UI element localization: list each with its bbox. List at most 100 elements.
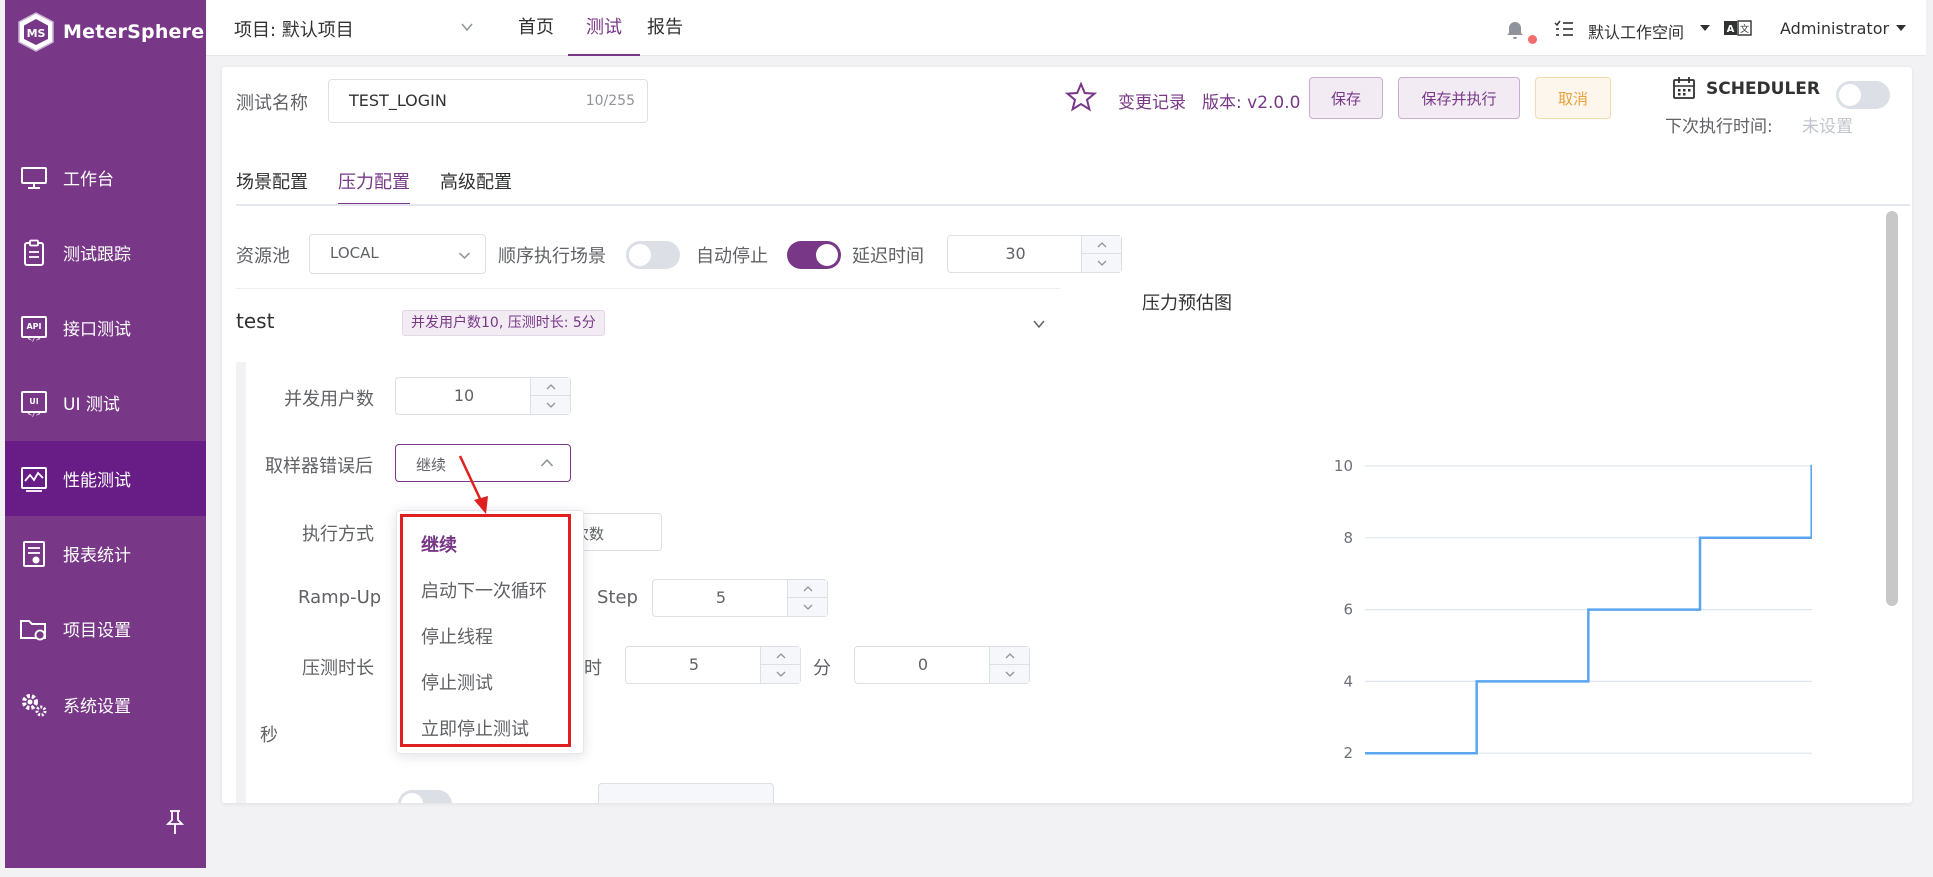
- save-and-run-button[interactable]: 保存并执行: [1398, 77, 1520, 119]
- increment-button[interactable]: [788, 580, 828, 598]
- chevron-down-icon: [458, 252, 471, 260]
- change-log-link[interactable]: 变更记录: [1118, 88, 1186, 113]
- decrement-button[interactable]: [990, 665, 1030, 683]
- sidebar-item-label: 工作台: [63, 170, 114, 190]
- sidebar-item-label: 性能测试: [63, 471, 131, 491]
- collapse-chevron-icon[interactable]: [1032, 317, 1046, 331]
- minutes-stepper[interactable]: 5: [625, 646, 801, 684]
- tab-pressure-config[interactable]: 压力配置: [338, 168, 410, 205]
- sidebar: MS MeterSphere 工作台 测试跟踪 API </> 接口测试 UI </…: [5, 0, 206, 868]
- stepper-arrows: [989, 647, 1030, 683]
- step-label: Step: [597, 587, 638, 608]
- workspace-select[interactable]: 默认工作空间: [1588, 19, 1684, 43]
- decrement-button[interactable]: [761, 665, 801, 683]
- test-name-value: TEST_LOGIN: [349, 91, 447, 110]
- language-icon[interactable]: A文: [1724, 20, 1752, 36]
- concurrent-users-stepper[interactable]: 10: [395, 377, 571, 415]
- tab-advanced-config[interactable]: 高级配置: [440, 168, 512, 194]
- stepper-arrows: [760, 647, 801, 683]
- increment-button[interactable]: [1082, 236, 1122, 254]
- sidebar-item-performance-test[interactable]: 性能测试: [5, 441, 206, 516]
- scheduler-toggle[interactable]: [1836, 81, 1890, 109]
- svg-text:文: 文: [1740, 23, 1749, 35]
- sidebar-item-system-settings[interactable]: 系统设置: [5, 667, 206, 742]
- sequential-scenario-toggle[interactable]: [626, 241, 680, 269]
- highlight-box: [400, 514, 571, 747]
- cancel-button[interactable]: 取消: [1535, 77, 1611, 119]
- svg-text:</>: </>: [28, 335, 41, 342]
- step-value: 5: [715, 588, 727, 607]
- svg-text:MS: MS: [27, 27, 46, 40]
- concurrent-users-label: 并发用户数: [284, 389, 374, 410]
- sidebar-item-test-track[interactable]: 测试跟踪: [5, 215, 206, 290]
- sidebar-item-label: UI 测试: [63, 395, 120, 415]
- section-divider: [236, 288, 1060, 289]
- ramp-up-label: Ramp-Up: [298, 587, 382, 608]
- chevron-down-icon[interactable]: [460, 20, 474, 34]
- sidebar-item-ui-test[interactable]: UI </> UI 测试: [5, 365, 206, 440]
- step-stepper[interactable]: 5: [652, 579, 828, 617]
- pin-icon[interactable]: [163, 808, 187, 836]
- auto-stop-toggle[interactable]: [787, 241, 841, 269]
- delay-time-value: 30: [1005, 244, 1026, 263]
- project-select[interactable]: 项目: 默认项目: [234, 16, 354, 42]
- svg-text:API: API: [26, 322, 41, 331]
- ui-icon: UI </>: [19, 388, 49, 418]
- decrement-button[interactable]: [531, 396, 571, 414]
- char-counter: 10/255: [585, 93, 635, 109]
- minute-unit: 分: [813, 658, 831, 679]
- stepper-arrows: [530, 378, 571, 414]
- scrollbar-thumb[interactable]: [1886, 211, 1898, 606]
- sidebar-item-reports[interactable]: 报表统计: [5, 516, 206, 591]
- chart-y-tick-label: 4: [1343, 672, 1353, 690]
- increment-button[interactable]: [531, 378, 571, 396]
- workspace-list-icon: [1554, 20, 1573, 36]
- decrement-button[interactable]: [1082, 254, 1122, 272]
- resource-pool-label: 资源池: [236, 246, 290, 267]
- star-icon[interactable]: [1065, 81, 1097, 113]
- sidebar-item-label: 测试跟踪: [63, 245, 131, 265]
- rps-toggle[interactable]: [398, 790, 452, 803]
- chart-y-tick-label: 8: [1343, 529, 1353, 547]
- tab-test[interactable]: 测试: [568, 0, 640, 56]
- sidebar-item-project-settings[interactable]: 项目设置: [5, 591, 206, 666]
- rps-limit-stepper[interactable]: [598, 783, 774, 803]
- caret-down-icon[interactable]: [1700, 25, 1710, 31]
- form-group-bar: [236, 362, 246, 803]
- chart-y-tick-label: 6: [1343, 601, 1353, 619]
- hour-unit: 时: [584, 658, 602, 679]
- save-and-run-label: 保存并执行: [1421, 89, 1497, 108]
- tab-report[interactable]: 报告: [647, 0, 691, 56]
- delay-time-stepper[interactable]: 30: [947, 235, 1122, 273]
- decrement-button[interactable]: [788, 598, 828, 616]
- increment-button[interactable]: [990, 647, 1030, 665]
- bell-icon[interactable]: [1504, 18, 1526, 40]
- seconds-stepper[interactable]: 0: [854, 646, 1030, 684]
- seconds-value: 0: [917, 655, 929, 674]
- execution-mode-label: 执行方式: [302, 524, 374, 545]
- delay-time-label: 延迟时间: [852, 246, 924, 267]
- tab-home[interactable]: 首页: [518, 0, 562, 56]
- gears-icon: [19, 690, 49, 720]
- tab-scenario-config[interactable]: 场景配置: [236, 168, 308, 194]
- sidebar-item-workbench[interactable]: 工作台: [5, 140, 206, 215]
- user-menu[interactable]: Administrator: [1780, 19, 1889, 38]
- save-button[interactable]: 保存: [1309, 77, 1383, 119]
- chevron-up-icon: [540, 458, 554, 467]
- toggle-knob: [1839, 84, 1861, 106]
- resource-pool-select[interactable]: LOCAL: [309, 234, 486, 274]
- chart-y-tick-label: 10: [1334, 457, 1353, 475]
- sampler-error-label: 取样器错误后: [265, 456, 373, 477]
- concurrent-users-value: 10: [453, 386, 475, 405]
- version-select[interactable]: 版本: v2.0.0: [1202, 88, 1300, 113]
- pressure-estimate-chart: 0246810 01234567891011300: [1334, 457, 1812, 762]
- sidebar-item-api-test[interactable]: API </> 接口测试: [5, 290, 206, 365]
- svg-text:A: A: [1727, 24, 1735, 35]
- monitor-icon: [19, 163, 49, 193]
- caret-down-icon[interactable]: [1896, 25, 1906, 31]
- increment-button[interactable]: [761, 647, 801, 665]
- app-logo[interactable]: MS MeterSphere: [15, 8, 204, 56]
- chart-title: 压力预估图: [1142, 293, 1232, 314]
- performance-chart-icon: [19, 464, 49, 494]
- test-name-input[interactable]: TEST_LOGIN 10/255: [328, 79, 648, 123]
